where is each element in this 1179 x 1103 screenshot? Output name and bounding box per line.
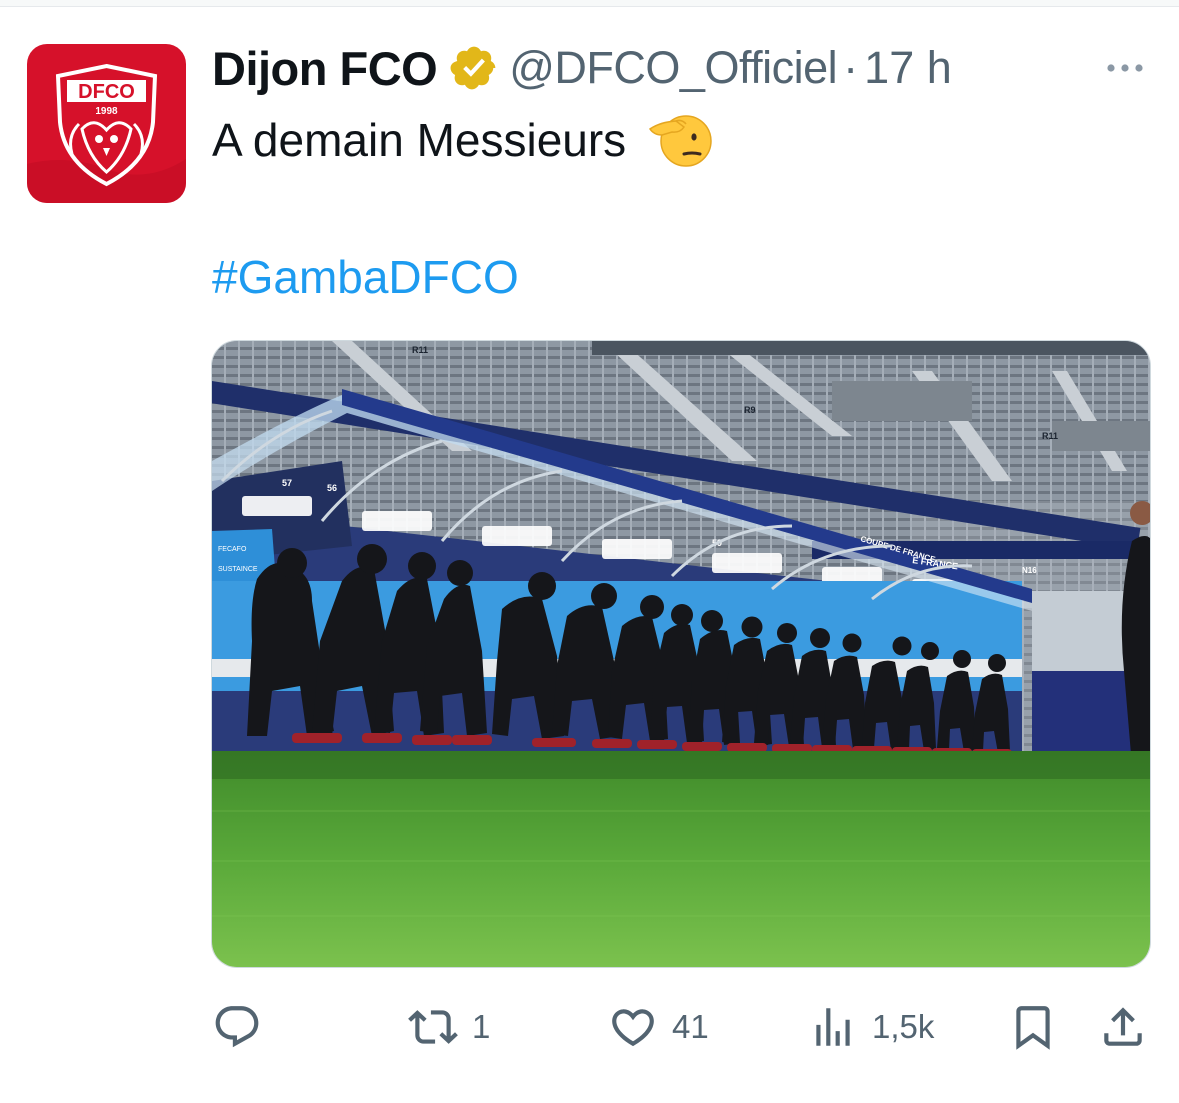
like-count: 41 [672,1008,709,1045]
top-divider [0,0,1179,7]
more-dots-icon [1107,64,1143,72]
reply-icon [215,1006,259,1048]
verified-badge-icon [450,46,496,90]
bench-number-2: 56 [327,483,337,493]
panel-text-1: FECAFO [218,546,247,553]
tweet-text: A demain Messieurs [212,108,712,172]
retweet-count: 1 [472,1008,491,1045]
author-avatar[interactable]: DFCO 1998 [27,44,186,203]
avatar-logo-year: 1998 [95,106,118,117]
bookmark-icon [1016,1006,1050,1050]
views-button[interactable]: 1,5k [808,995,934,1059]
author-handle[interactable]: @DFCO_Officiel [509,42,837,94]
author-display-name[interactable]: Dijon FCO [212,41,438,96]
heart-icon [612,1009,654,1047]
reply-button[interactable] [212,995,276,1059]
bench-number-1: 57 [282,478,292,488]
separator-dot: · [843,42,859,93]
views-count: 1,5k [872,1008,935,1045]
tweet-header: Dijon FCO @DFCO_Officiel · 17 h [212,38,952,98]
hashtag-link[interactable]: #GambaDFCO [212,245,519,309]
bookmark-button[interactable] [1008,995,1058,1059]
share-button[interactable] [1098,995,1148,1059]
tweet-action-bar: 1 41 1,5k [212,995,1152,1059]
avatar-logo-text: DFCO [78,81,135,103]
panel-text-2: SUSTAINCE [218,566,258,573]
tweet-media-photo[interactable]: R11 R9 R11 57 56 59 FECAFO SUSTAINCE COU… [211,340,1151,968]
stand-sign-3: R11 [1042,431,1058,441]
views-icon [816,1008,850,1046]
share-icon [1104,1007,1142,1046]
retweet-icon [408,1010,458,1044]
tweet-text-line: A demain Messieurs [212,114,627,166]
tweet-timestamp[interactable]: 17 h [864,42,952,94]
like-button[interactable]: 41 [608,995,709,1059]
more-options-button[interactable] [1100,50,1150,86]
stadium-bench-photo: R11 R9 R11 57 56 59 FECAFO SUSTAINCE COU… [212,341,1150,967]
right-sign-number: N16 [1022,566,1037,575]
stand-sign-1: R11 [412,345,428,355]
retweet-button[interactable]: 1 [408,995,490,1059]
stand-sign-2: R9 [744,405,756,415]
saluting-face-icon [649,115,712,167]
